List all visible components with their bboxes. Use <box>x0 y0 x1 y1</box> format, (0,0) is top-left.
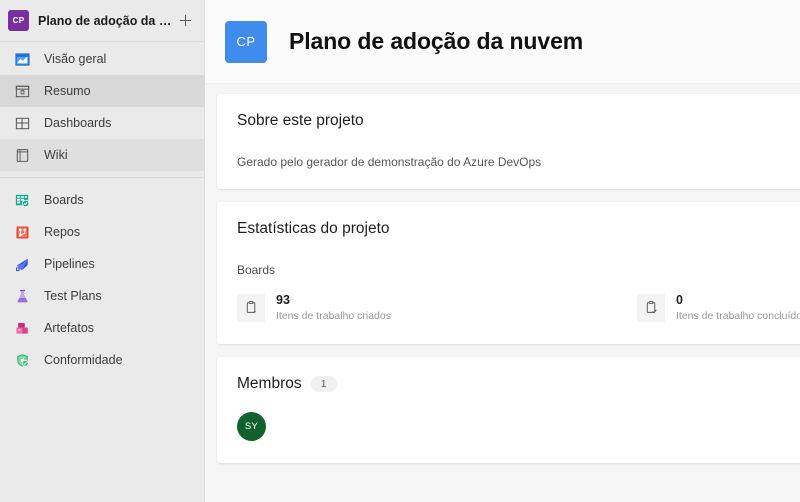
clipboard-check-icon <box>637 293 665 322</box>
sidebar-item-label: Artefatos <box>44 321 95 335</box>
sidebar-item-resumo[interactable]: Resumo <box>0 75 204 107</box>
about-project-card: Sobre este projeto Gerado pelo gerador d… <box>217 94 800 189</box>
stat-label: Itens de trabalho criados <box>276 310 391 322</box>
members-title: Membros <box>237 375 302 392</box>
about-project-title: Sobre este projeto <box>237 112 364 129</box>
sidebar-item-label: Visão geral <box>44 52 107 66</box>
artifacts-icon <box>12 318 32 338</box>
stat-label: Itens de trabalho concluídos <box>676 310 800 322</box>
pipelines-icon <box>12 254 32 274</box>
page-title: Plano de adoção da nuvem <box>289 28 584 54</box>
sidebar-item-label: Resumo <box>44 84 91 98</box>
sidebar-item-conformidade[interactable]: Conformidade <box>0 344 204 376</box>
sidebar-item-repos[interactable]: Repos <box>0 216 204 248</box>
sidebar-item-label: Boards <box>44 193 84 207</box>
sidebar-project-header[interactable]: CP Plano de adoção da nuvem <box>0 0 204 42</box>
dashboards-icon <box>12 113 32 133</box>
sidebar-divider <box>0 177 204 178</box>
stat-texts: 0 Itens de trabalho concluídos <box>676 293 800 322</box>
sidebar-item-artefatos[interactable]: Artefatos <box>0 312 204 344</box>
avatar[interactable]: SY <box>237 412 266 441</box>
members-count-badge: 1 <box>310 376 337 392</box>
stat-texts: 93 Itens de trabalho criados <box>276 293 391 322</box>
about-project-description: Gerado pelo gerador de demonstração do A… <box>237 155 542 169</box>
overview-icon <box>12 49 32 69</box>
project-avatar: CP <box>225 20 267 63</box>
main-content: CP Plano de adoção da nuvem Sobre este p… <box>205 0 800 502</box>
members-list: SY <box>237 412 797 441</box>
boards-icon <box>12 190 32 210</box>
clipboard-icon <box>237 293 265 322</box>
sidebar-item-boards[interactable]: Boards <box>0 184 204 216</box>
test-plans-icon <box>12 286 32 306</box>
stat-work-items-created: 93 Itens de trabalho criados <box>237 293 637 322</box>
app-root: CP Plano de adoção da nuvem <box>0 0 800 502</box>
sidebar-item-test-plans[interactable]: Test Plans <box>0 280 204 312</box>
stats-row: 93 Itens de trabalho criados 0 Itens de … <box>237 293 800 322</box>
sidebar: CP Plano de adoção da nuvem <box>0 0 205 502</box>
sidebar-item-label: Wiki <box>44 148 68 162</box>
sidebar-project-logo: CP <box>8 10 29 31</box>
page-header: CP Plano de adoção da nuvem <box>205 0 800 84</box>
stats-group-label: Boards <box>237 263 276 277</box>
sidebar-item-wiki[interactable]: Wiki <box>0 139 204 171</box>
sidebar-item-visao-geral[interactable]: Visão geral <box>0 43 204 75</box>
content-area: Sobre este projeto Gerado pelo gerador d… <box>205 84 800 463</box>
members-header: Membros 1 <box>237 375 797 393</box>
stat-value: 0 <box>676 293 683 307</box>
sidebar-nav: Visão geral Resumo Dashboards Wiki Board… <box>0 42 204 376</box>
project-stats-title: Estatísticas do projeto <box>237 220 390 237</box>
compliance-icon <box>12 350 32 370</box>
sidebar-item-label: Test Plans <box>44 289 102 303</box>
sidebar-item-dashboards[interactable]: Dashboards <box>0 107 204 139</box>
project-stats-card: Estatísticas do projeto Boards 93 Itens … <box>217 202 800 344</box>
wiki-icon <box>12 145 32 165</box>
stat-work-items-completed: 0 Itens de trabalho concluídos <box>637 293 800 322</box>
summary-icon <box>12 81 32 101</box>
sidebar-item-label: Repos <box>44 225 81 239</box>
sidebar-project-name: Plano de adoção da nuvem <box>38 13 172 28</box>
stat-value: 93 <box>276 293 290 307</box>
repos-icon <box>12 222 32 242</box>
sidebar-item-label: Conformidade <box>44 353 123 367</box>
members-card: Membros 1 SY <box>217 357 800 463</box>
plus-icon <box>179 14 191 27</box>
sidebar-item-pipelines[interactable]: Pipelines <box>0 248 204 280</box>
sidebar-item-label: Dashboards <box>44 116 112 130</box>
sidebar-item-label: Pipelines <box>44 257 95 271</box>
add-project-button[interactable] <box>172 8 198 34</box>
